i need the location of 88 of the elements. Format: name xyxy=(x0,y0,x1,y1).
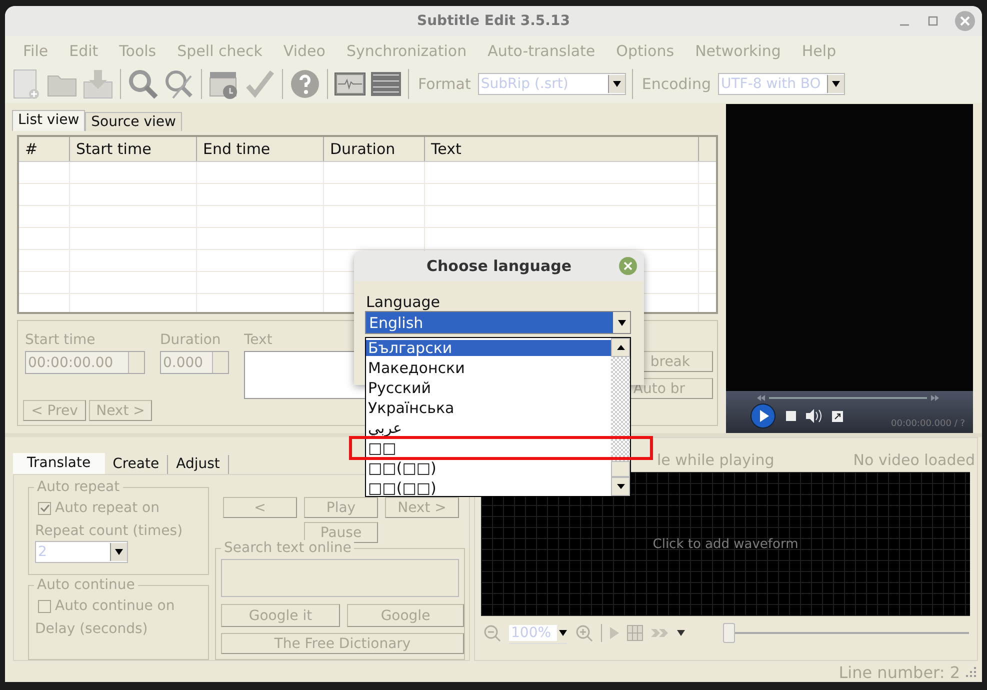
checkbox-label: Auto repeat on xyxy=(55,500,160,516)
search-replace-icon[interactable] xyxy=(163,68,195,100)
scroll-down-icon[interactable] xyxy=(616,484,624,489)
menu-item[interactable]: Help xyxy=(802,42,836,60)
repeat-count-dropdown[interactable]: 2 xyxy=(35,541,128,563)
nav-button[interactable]: < Prev xyxy=(23,400,86,421)
menu-item[interactable]: Networking xyxy=(695,42,781,60)
column-header[interactable]: # xyxy=(19,137,70,161)
line-number: Line number: 2 xyxy=(838,662,960,682)
search-button[interactable]: Google it xyxy=(221,604,340,627)
menu-item[interactable]: Synchronization xyxy=(346,42,467,60)
zoom-out-icon[interactable] xyxy=(483,624,501,642)
language-label: Language xyxy=(366,293,442,311)
language-option[interactable]: Български xyxy=(366,340,611,356)
close-icon[interactable] xyxy=(619,257,637,275)
search-button[interactable]: Google xyxy=(347,604,464,627)
menu-item[interactable]: Edit xyxy=(69,42,98,60)
menu-item[interactable]: File xyxy=(23,42,48,60)
menu-item[interactable]: Auto-translate xyxy=(488,42,596,60)
caret-icon xyxy=(618,320,626,326)
zoom-in-icon[interactable] xyxy=(575,624,593,642)
language-option[interactable]: □□ xyxy=(366,440,611,456)
scrollbar[interactable] xyxy=(611,338,630,496)
scroll-thumb[interactable] xyxy=(611,461,630,477)
tool-tab[interactable]: Adjust xyxy=(168,455,229,474)
column-header[interactable]: End time xyxy=(197,137,324,161)
column-header[interactable]: Text xyxy=(425,137,699,161)
view-tab[interactable]: Source view xyxy=(85,112,182,131)
fullscreen-icon[interactable] xyxy=(832,410,843,422)
waveform-area[interactable]: Click to add waveform xyxy=(481,472,970,616)
tool-tab[interactable]: Translate xyxy=(13,453,105,474)
duration-field[interactable]: 0.000 xyxy=(160,351,229,374)
menu-item[interactable]: Tools xyxy=(119,42,156,60)
menu-item[interactable]: Options xyxy=(616,42,674,60)
caret-icon xyxy=(832,81,840,87)
playback-button[interactable]: Pause xyxy=(304,522,378,543)
menu-item[interactable]: Video xyxy=(283,42,326,60)
checkbox-label: Auto continue on xyxy=(55,598,175,614)
language-option[interactable]: Українська xyxy=(366,400,611,416)
playback-button[interactable]: < xyxy=(223,497,297,518)
playback-button[interactable]: Next > xyxy=(385,497,459,518)
slider-thumb[interactable] xyxy=(723,623,735,643)
search-button[interactable]: The Free Dictionary xyxy=(221,633,464,654)
start-time-field[interactable]: 00:00:00.00 xyxy=(25,351,145,374)
position-slider[interactable] xyxy=(723,623,969,643)
view-tab[interactable]: List view xyxy=(12,110,86,131)
check-icon[interactable] xyxy=(244,68,276,100)
close-icon[interactable] xyxy=(955,11,975,31)
maximize-icon[interactable] xyxy=(927,15,939,27)
download-icon[interactable] xyxy=(82,68,114,100)
encoding-label: Encoding xyxy=(642,75,711,93)
grid-icon[interactable] xyxy=(627,625,643,641)
follow-subtitle-label: le while playing xyxy=(657,451,774,471)
group-title: Auto repeat xyxy=(34,479,123,495)
waveform-hint: Click to add waveform xyxy=(652,536,798,552)
fast-forward-icon[interactable] xyxy=(651,627,669,639)
checkbox[interactable] xyxy=(38,502,51,514)
help-icon[interactable] xyxy=(289,68,321,100)
time-display: 00:00:00.000 / ? xyxy=(891,419,965,429)
language-dropdown[interactable]: English xyxy=(365,311,631,334)
duration-label: Duration xyxy=(160,332,222,348)
format-label: Format xyxy=(418,75,471,93)
encoding-dropdown[interactable]: UTF-8 with BO xyxy=(718,73,845,95)
column-header[interactable]: Start time xyxy=(70,137,197,161)
checkbox[interactable] xyxy=(38,600,51,613)
volume-icon[interactable] xyxy=(806,409,822,423)
nav-button[interactable]: Next > xyxy=(89,400,152,421)
menu-item[interactable]: Spell check xyxy=(177,42,262,60)
resize-grip-icon xyxy=(966,667,976,677)
window-title: Subtitle Edit 3.5.13 xyxy=(417,13,570,29)
playback-button[interactable]: Play xyxy=(304,497,378,518)
format-dropdown[interactable]: SubRip (.srt) xyxy=(478,73,626,95)
start-time-label: Start time xyxy=(25,332,96,348)
caret-icon[interactable] xyxy=(677,630,685,636)
column-header[interactable]: Duration xyxy=(324,137,425,161)
language-option[interactable]: عربي xyxy=(366,420,611,436)
delay-label: Delay (seconds) xyxy=(35,621,149,638)
tool-tab[interactable]: Create xyxy=(104,455,168,474)
video-status: No video loaded xyxy=(853,451,975,471)
repeat-count-label: Repeat count (times) xyxy=(35,523,184,539)
caret-icon xyxy=(115,549,123,555)
play-icon[interactable] xyxy=(750,403,776,429)
caret-icon xyxy=(612,81,621,87)
text-label: Text xyxy=(244,332,274,348)
dialog-title: Choose language xyxy=(426,257,572,275)
caret-icon xyxy=(559,630,567,636)
search-icon[interactable] xyxy=(127,68,159,100)
search-field[interactable] xyxy=(221,559,459,597)
